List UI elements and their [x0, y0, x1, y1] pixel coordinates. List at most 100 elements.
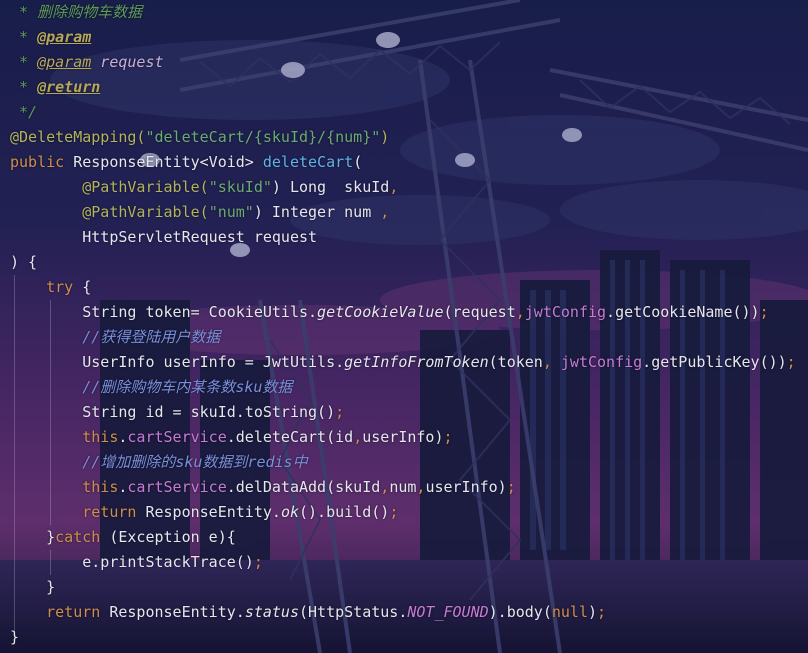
code-line: String token= CookieUtils.getCookieValue… [10, 300, 769, 325]
code-text: e.printStackTrace() [10, 553, 254, 571]
punctuation: ; [253, 553, 263, 571]
code-line: }catch (Exception e){ [10, 525, 236, 550]
method-call: status [244, 603, 299, 621]
line-comment: redis [247, 453, 293, 471]
code-text: ) Integer num [253, 203, 381, 221]
type-text: ResponseEntity<Void> [64, 153, 263, 171]
string-literal: "num" [208, 203, 254, 221]
code-line: return ResponseEntity.ok().build(); [10, 500, 398, 525]
line-comment: 数据 [262, 378, 293, 396]
code-line: HttpServletRequest request [10, 225, 317, 250]
method-call: ok [280, 503, 299, 521]
code-line: //删除购物车内某条数sku数据 [10, 375, 292, 400]
keyword: this [82, 478, 119, 496]
annotation: @PathVariable( [82, 178, 209, 196]
annotation: ) [380, 128, 390, 146]
code-line: //增加删除的sku数据到redis中 [10, 450, 307, 475]
line-comment: 数据到 [202, 453, 248, 471]
punctuation: , [542, 353, 561, 371]
code-text: .getCookieName()) [606, 303, 760, 321]
keyword: catch [55, 528, 101, 546]
code-text: UserInfo userInfo = JwtUtils. [10, 353, 345, 371]
javadoc-text: * [10, 28, 38, 46]
line-comment: //增加删除的 [82, 453, 176, 471]
code-text: ).body( [488, 603, 552, 621]
keyword: return [46, 603, 101, 621]
punctuation: , [515, 303, 525, 321]
javadoc-param-name: request [91, 53, 164, 71]
punctuation: , [380, 478, 390, 496]
code-text: String id = skuId.toString() [10, 403, 336, 421]
field-reference: cartService [127, 478, 227, 496]
code-text: } [10, 528, 56, 546]
code-line: this.cartService.delDataAdd(skuId,num,us… [10, 475, 516, 500]
code-line: */ [10, 100, 37, 125]
code-line: this.cartService.deleteCart(id,userInfo)… [10, 425, 453, 450]
javadoc-text: * 删除购物车数据 [10, 3, 143, 21]
line-comment: sku [235, 378, 263, 396]
punctuation: , [380, 203, 390, 221]
punctuation: ; [443, 428, 453, 446]
code-line: * @param [10, 25, 91, 50]
code-text: (token [488, 353, 543, 371]
line-comment: //删除购物车内某条数 [82, 378, 236, 396]
code-text: .getPublicKey()) [642, 353, 787, 371]
keyword: public [10, 153, 65, 171]
keyword: return [82, 503, 137, 521]
code-line: ) { [10, 250, 37, 275]
string-literal: "deleteCart/{skuId}/{num}" [145, 128, 381, 146]
field-reference: jwtConfig [524, 303, 607, 321]
field-reference: jwtConfig [560, 353, 643, 371]
code-text: { [73, 278, 92, 296]
punctuation: ( [353, 153, 363, 171]
code-editor[interactable]: * 删除购物车数据 * @param * @param request * @r… [0, 0, 808, 653]
punctuation: ; [335, 403, 345, 421]
punctuation: ; [759, 303, 769, 321]
code-text: } [10, 628, 20, 646]
annotation: @DeleteMapping( [10, 128, 146, 146]
keyword: null [551, 603, 588, 621]
code-line: try { [10, 275, 91, 300]
code-text: } [10, 578, 56, 596]
code-line: String id = skuId.toString(); [10, 400, 344, 425]
code-line: public ResponseEntity<Void> deleteCart( [10, 150, 362, 175]
code-text: userInfo) [425, 478, 507, 496]
code-text: ().build() [299, 503, 390, 521]
code-text: ) { [10, 253, 38, 271]
code-line: } [10, 625, 19, 650]
code-line: return ResponseEntity.status(HttpStatus.… [10, 600, 606, 625]
field-reference: cartService [127, 428, 227, 446]
code-text: ) [588, 603, 598, 621]
javadoc-text: * [10, 78, 38, 96]
line-comment: //获得登陆用户数据 [82, 328, 221, 346]
code-text: ResponseEntity. [136, 503, 281, 521]
punctuation: , [389, 178, 399, 196]
javadoc-tag: @param [37, 28, 92, 46]
code-text: .delDataAdd(skuId [226, 478, 381, 496]
code-text: HttpServletRequest request [10, 228, 318, 246]
punctuation: ; [506, 478, 516, 496]
javadoc-text: * [10, 53, 38, 71]
code-line: } [10, 575, 55, 600]
code-text: (request [443, 303, 516, 321]
javadoc-tag: @return [37, 78, 101, 96]
code-line: //获得登陆用户数据 [10, 325, 220, 350]
method-name: deleteCart [262, 153, 354, 171]
code-line: @DeleteMapping("deleteCart/{skuId}/{num}… [10, 125, 389, 150]
code-line: @PathVariable("skuId") Long skuId, [10, 175, 398, 200]
punctuation: , [353, 428, 363, 446]
string-literal: "skuId" [208, 178, 272, 196]
code-text: num [389, 478, 417, 496]
line-comment: sku [175, 453, 203, 471]
keyword: try [46, 278, 74, 296]
code-line: @PathVariable("num") Integer num , [10, 200, 389, 225]
